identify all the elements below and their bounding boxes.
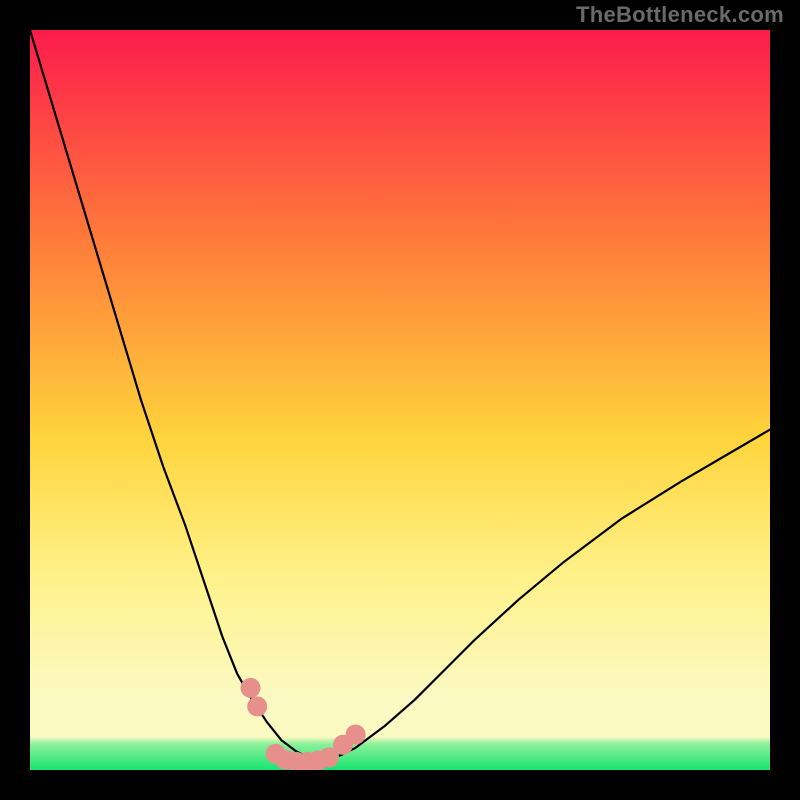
curve-marker [241, 678, 261, 698]
chart-container [30, 30, 770, 770]
watermark-text: TheBottleneck.com [576, 2, 784, 28]
curve-marker [247, 696, 267, 716]
bottleneck-curve-chart [30, 30, 770, 770]
curve-marker [346, 725, 366, 745]
page-frame: TheBottleneck.com [0, 0, 800, 800]
